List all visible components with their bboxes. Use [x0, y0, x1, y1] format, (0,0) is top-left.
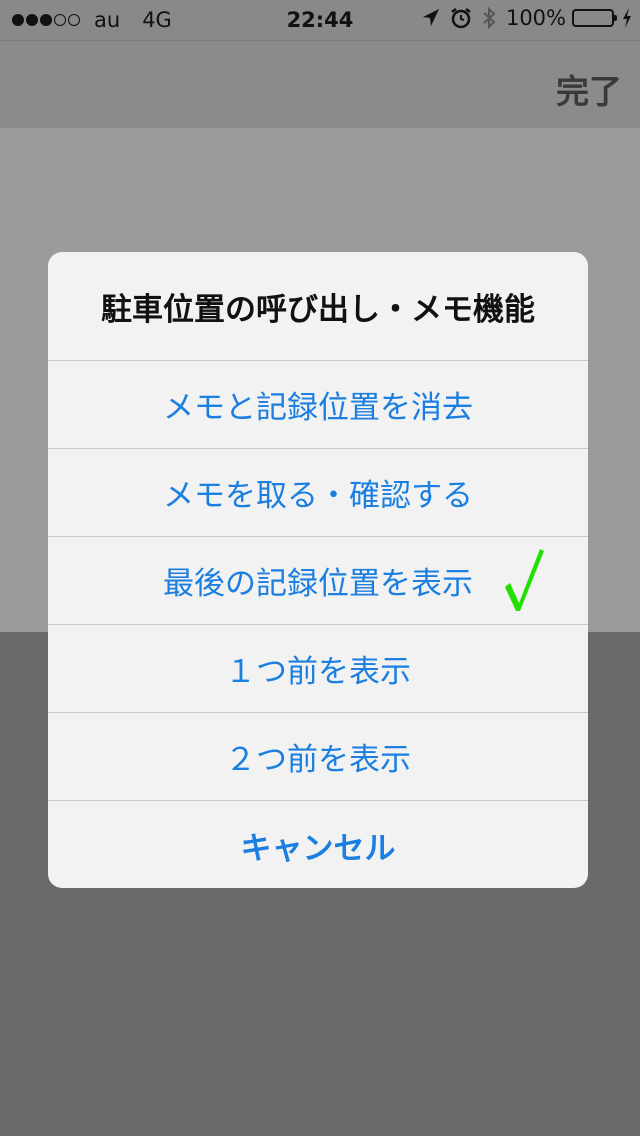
navigation-bar: 完了: [0, 40, 640, 129]
action-show-previous-1-button[interactable]: １つ前を表示: [48, 625, 588, 713]
location-arrow-icon: [422, 8, 440, 28]
status-icons: 100%: [422, 6, 632, 30]
action-label: メモを取る・確認する: [163, 478, 473, 514]
action-label: 最後の記録位置を表示: [163, 566, 473, 602]
battery-icon: [572, 9, 617, 27]
action-show-last-button[interactable]: 最後の記録位置を表示: [48, 537, 588, 625]
cancel-button[interactable]: キャンセル: [48, 801, 588, 888]
bluetooth-icon: [482, 7, 496, 29]
action-clear-memo-button[interactable]: メモと記録位置を消去: [48, 361, 588, 449]
action-label: １つ前を表示: [225, 654, 411, 690]
battery-percent: 100%: [505, 6, 566, 30]
charging-bolt-icon: [622, 8, 632, 28]
cancel-label: キャンセル: [240, 830, 396, 867]
status-bar: au 4G 22:44 100%: [0, 0, 640, 40]
action-sheet: 駐車位置の呼び出し・メモ機能 メモと記録位置を消去 メモを取る・確認する 最後の…: [48, 252, 588, 888]
action-take-memo-button[interactable]: メモを取る・確認する: [48, 449, 588, 537]
done-button[interactable]: 完了: [556, 65, 622, 113]
action-label: ２つ前を表示: [225, 742, 411, 778]
alarm-icon: [450, 7, 472, 29]
checkmark-icon: [502, 547, 546, 621]
action-sheet-title: 駐車位置の呼び出し・メモ機能: [48, 252, 588, 361]
action-show-previous-2-button[interactable]: ２つ前を表示: [48, 713, 588, 801]
action-label: メモと記録位置を消去: [163, 390, 473, 426]
